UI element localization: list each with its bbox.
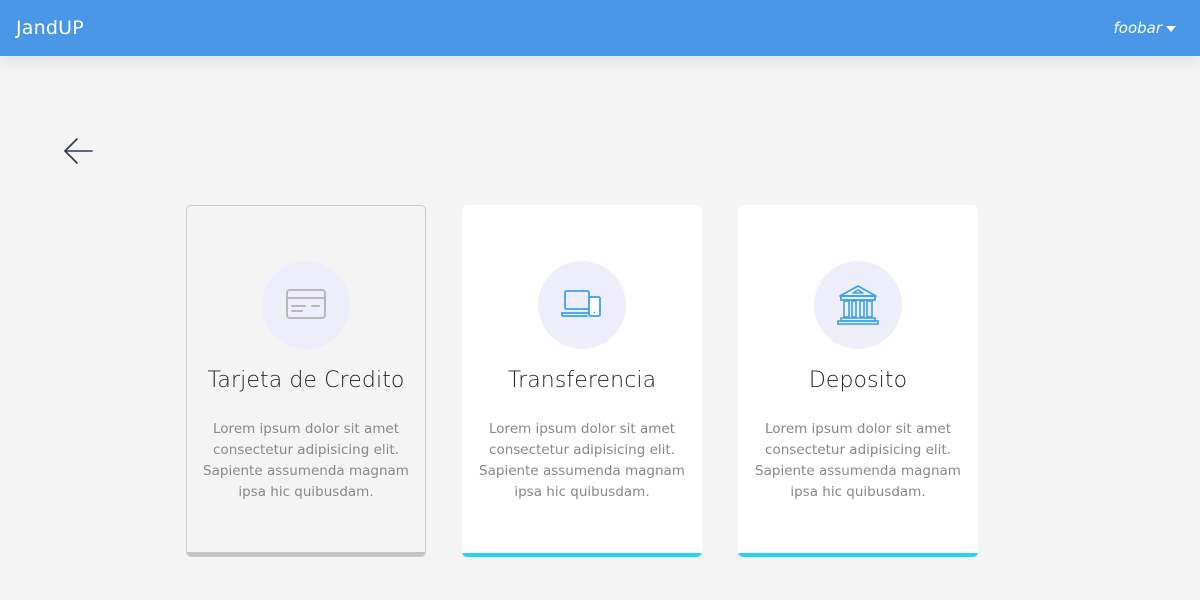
icon-circle — [538, 261, 626, 349]
card-title: Transferencia — [507, 368, 657, 393]
user-name[interactable]: foobar — [1113, 19, 1162, 37]
back-button[interactable] — [58, 132, 98, 170]
user-menu-dropdown[interactable]: foobar — [1113, 19, 1176, 37]
caret-down-icon[interactable] — [1166, 25, 1176, 32]
card-description: Lorem ipsum dolor sit amet consectetur a… — [755, 421, 961, 500]
card-description: Lorem ipsum dolor sit amet consectetur a… — [479, 421, 685, 500]
bank-icon — [837, 285, 879, 325]
top-navbar: JandUP foobar — [0, 0, 1200, 56]
credit-card-icon — [286, 289, 326, 319]
card-bottom-bar — [738, 553, 978, 557]
card-title: Tarjeta de Credito — [207, 368, 405, 393]
card-bottom-bar — [462, 553, 702, 557]
icon-circle — [262, 261, 350, 349]
option-card-deposit[interactable]: Deposito Lorem ipsum dolor sit amet cons… — [738, 205, 978, 557]
card-bottom-bar — [187, 552, 425, 556]
icon-circle — [814, 261, 902, 349]
option-card-transfer[interactable]: Transferencia Lorem ipsum dolor sit amet… — [462, 205, 702, 557]
brand-logo[interactable]: JandUP — [16, 17, 84, 39]
card-description: Lorem ipsum dolor sit amet consectetur a… — [203, 421, 409, 500]
arrow-left-icon — [64, 138, 93, 164]
card-title: Deposito — [808, 368, 908, 393]
option-card-credit-card[interactable]: Tarjeta de Credito Lorem ipsum dolor sit… — [186, 205, 426, 557]
devices-icon — [561, 290, 601, 317]
payment-options: Tarjeta de Credito Lorem ipsum dolor sit… — [186, 205, 978, 557]
